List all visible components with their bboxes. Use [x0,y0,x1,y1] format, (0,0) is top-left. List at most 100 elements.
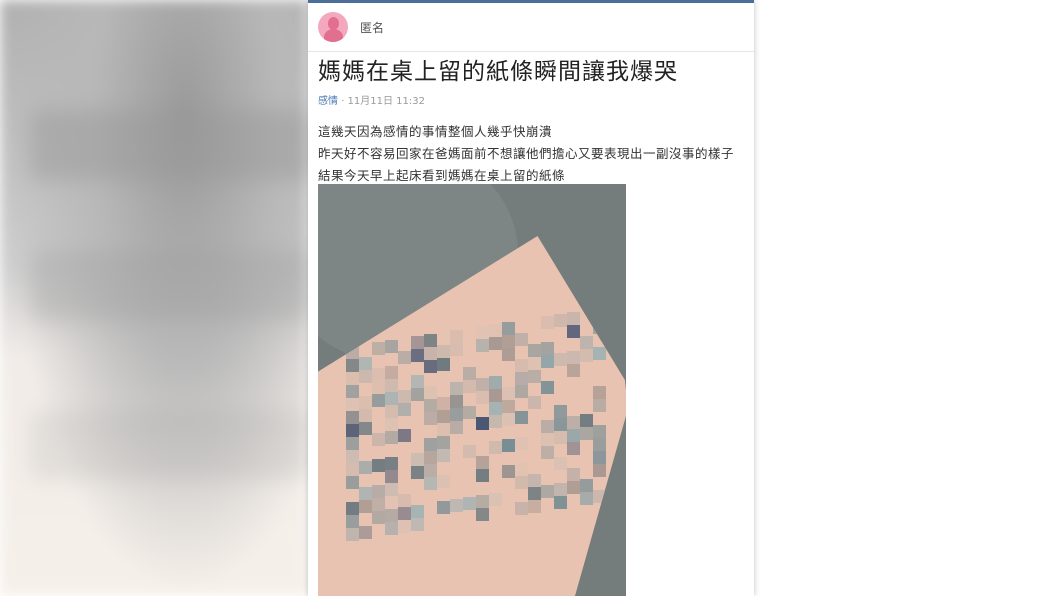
mosaic-pixel [567,468,580,481]
mosaic-pixel [541,420,554,433]
mosaic-pixel [528,474,541,487]
mosaic-pixel [437,423,450,436]
mosaic-pixel [515,463,528,476]
post-meta: 感情 · 11月11日 11:32 [318,92,754,107]
mosaic-pixel [385,509,398,522]
mosaic-pixel [398,494,411,507]
mosaic-pixel [372,368,385,381]
mosaic-pixel [502,387,515,400]
mosaic-pixel [593,347,606,360]
mosaic-pixel [580,479,593,492]
mosaic-pixel [528,357,541,370]
mosaic-pixel [502,335,515,348]
mosaic-pixel [476,495,489,508]
mosaic-pixel [437,475,450,488]
mosaic-pixel [502,439,515,452]
mosaic-pixel [437,501,450,514]
mosaic-pixel [580,492,593,505]
mosaic-pixel [515,359,528,372]
mosaic-pixel [463,445,476,458]
mosaic-pixel [424,347,437,360]
mosaic-pixel [489,493,502,506]
mosaic-pixel [372,459,385,472]
mosaic-pixel [372,394,385,407]
mosaic-pixel [411,349,424,362]
mosaic-pixel [385,431,398,444]
mosaic-pixel [450,330,463,343]
mosaic-pixel [580,414,593,427]
mosaic-pixel [593,438,606,451]
mosaic-pixel [567,351,580,364]
author-name[interactable]: 匿名 [360,19,384,36]
category-link[interactable]: 感情 [318,96,338,107]
mosaic-pixel [502,322,515,335]
mosaic-pixel [372,433,385,446]
mosaic-pixel [359,396,372,409]
mosaic-pixel [385,522,398,535]
post-image[interactable] [318,184,626,596]
mosaic-pixel [359,500,372,513]
mosaic-pixel [346,372,359,385]
mosaic-pixel [593,490,606,503]
mosaic-pixel [398,390,411,403]
mosaic-pixel [359,422,372,435]
mosaic-pixel [411,466,424,479]
mosaic-pixel [554,353,567,366]
mosaic-pixel [346,515,359,528]
post-content: 這幾天因為感情的事情整個人幾乎快崩潰 昨天好不容易回家在爸媽面前不想讓他們擔心又… [318,121,754,187]
mosaic-pixel [515,411,528,424]
mosaic-pixel [489,402,502,415]
mosaic-pixel [424,360,437,373]
mosaic-pixel [515,437,528,450]
mosaic-pixel [476,417,489,430]
mosaic-pixel [450,499,463,512]
mosaic-pixel [515,385,528,398]
mosaic-pixel [541,342,554,355]
blurred-background [0,0,310,596]
mosaic-pixel [554,496,567,509]
mosaic-pixel [580,427,593,440]
mosaic-pixel [450,382,463,395]
post-title: 媽媽在桌上留的紙條瞬間讓我爆哭 [318,59,678,85]
mosaic-pixel [502,348,515,361]
mosaic-pixel [385,483,398,496]
mosaic-pixel [411,388,424,401]
mosaic-pixel [593,425,606,438]
mosaic-pixel [541,485,554,498]
mosaic-pixel [489,324,502,337]
mosaic-pixel [411,375,424,388]
mosaic-pixel [502,400,515,413]
mosaic-pixel [541,381,554,394]
female-avatar-icon[interactable] [318,12,348,42]
content-line: 昨天好不容易回家在爸媽面前不想讓他們擔心又要表現出一副沒事的樣子 [318,146,735,161]
mosaic-pixel [359,461,372,474]
mosaic-pixel [372,498,385,511]
mosaic-pixel [437,436,450,449]
mosaic-pixel [346,450,359,463]
mosaic-pixel [385,366,398,379]
mosaic-pixel [554,405,567,418]
mosaic-pixel [346,528,359,541]
mosaic-pixel [593,464,606,477]
mosaic-pixel [489,415,502,428]
mosaic-pixel [450,408,463,421]
mosaic-pixel [554,418,567,431]
mosaic-pixel [502,413,515,426]
mosaic-pixel [450,343,463,356]
mosaic-pixel [359,370,372,383]
mosaic-pixel [593,451,606,464]
mosaic-pixel [476,378,489,391]
mosaic-pixel [554,431,567,444]
mosaic-pixel [411,453,424,466]
mosaic-pixel [346,424,359,437]
mosaic-pixel [541,446,554,459]
mosaic-pixel [385,496,398,509]
mosaic-pixel [385,418,398,431]
mosaic-pixel [437,345,450,358]
mosaic-pixel [398,520,411,533]
mosaic-pixel [424,334,437,347]
mosaic-pixel [424,451,437,464]
mosaic-pixel [424,412,437,425]
mosaic-pixel [385,470,398,483]
mosaic-pixel [554,457,567,470]
